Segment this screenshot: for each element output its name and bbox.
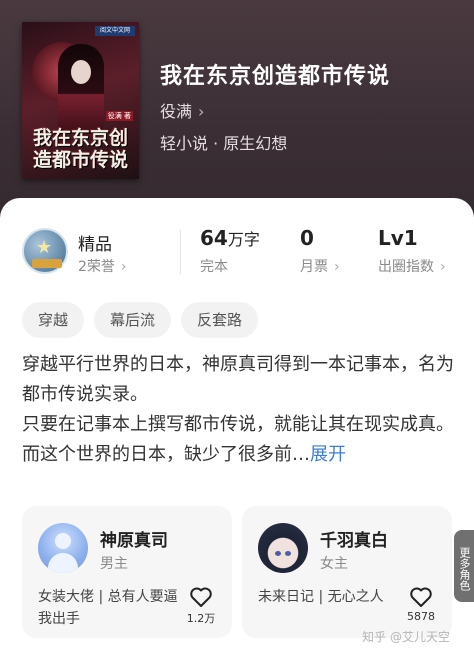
like-button[interactable]: 1.2万 <box>184 586 218 626</box>
star-icon: ★ <box>36 237 53 258</box>
like-count: 1.2万 <box>186 612 216 625</box>
stats-row: ★ 精品 2荣誉 › 64万字 完本 0 月票 › Lv1 出圈指数 › <box>0 198 474 288</box>
status-label: 完本 <box>200 259 228 275</box>
role-card[interactable]: 千羽真白 女主 未来日记 | 无心之人 5878 <box>242 506 452 638</box>
role-description: 女装大佬 | 总有人要逼我出手 <box>38 589 178 627</box>
cover-author: 役满 著 <box>105 111 133 121</box>
genre-label: 轻小说 · 原生幻想 <box>160 134 288 153</box>
book-detail-card: ★ 精品 2荣誉 › 64万字 完本 0 月票 › Lv1 出圈指数 › 穿越 幕后流… <box>0 198 474 656</box>
like-count: 5878 <box>407 610 435 623</box>
heart-icon <box>410 587 432 607</box>
tag-chip[interactable]: 反套路 <box>181 302 259 338</box>
like-button[interactable]: 5878 <box>404 586 438 623</box>
book-cover[interactable]: 阅文中文网 役满 著 我在东京创造都市传说 <box>22 22 139 179</box>
role-type: 男主 <box>100 556 128 572</box>
influence-label: 出圈指数 <box>378 259 434 275</box>
role-type: 女主 <box>320 556 348 572</box>
influence-value: Lv1 <box>378 226 418 250</box>
honors-link[interactable]: 2荣誉 › <box>78 256 127 276</box>
book-title: 我在东京创造都市传说 <box>160 63 391 89</box>
watermark: 知乎 @艾儿天空 <box>362 630 450 644</box>
chevron-right-icon: › <box>440 259 446 275</box>
description-line: 只要在记事本上撰写都市传说，就能让其在现实成真。而这个世界的日本，缺少了很多前…… <box>22 410 454 470</box>
monthly-tickets-label: 月票 <box>300 259 328 275</box>
role-description: 未来日记 | 无心之人 <box>258 589 384 605</box>
chevron-right-icon: › <box>334 259 340 275</box>
tag-chip[interactable]: 穿越 <box>22 302 85 338</box>
stats-divider <box>180 230 181 274</box>
word-count-unit: 万字 <box>227 230 260 249</box>
role-card[interactable]: 神原真司 男主 女装大佬 | 总有人要逼我出手 1.2万 <box>22 506 232 638</box>
anime-girl-avatar-icon <box>258 523 308 573</box>
description-text: 只要在记事本上撰写都市传说，就能让其在现实成真。而这个世界的日本，缺少了很多前… <box>22 414 454 465</box>
role-name: 千羽真白 <box>320 531 388 551</box>
chevron-right-icon: › <box>198 102 205 121</box>
book-description: 穿越平行世界的日本，神原真司得到一本记事本，名为都市传说实录。 只要在记事本上撰… <box>22 350 454 470</box>
more-roles-tab[interactable]: 更多角色 <box>454 530 474 602</box>
tag-chip[interactable]: 幕后流 <box>94 302 172 338</box>
book-header: 阅文中文网 役满 著 我在东京创造都市传说 我在东京创造都市传说 役满 › 轻小说… <box>0 0 474 215</box>
cover-brand: 阅文中文网 <box>95 26 135 36</box>
author-link[interactable]: 役满 › <box>160 98 204 122</box>
expand-link[interactable]: 展开 <box>310 444 346 465</box>
influence-link[interactable]: 出圈指数 › <box>378 256 446 276</box>
quality-badge-icon: ★ <box>22 228 68 274</box>
cover-figure <box>58 44 104 134</box>
monthly-tickets-value: 0 <box>300 226 314 250</box>
chevron-right-icon: › <box>120 259 127 275</box>
honors-count: 2荣誉 <box>78 259 115 275</box>
cover-title: 我在东京创造都市传说 <box>32 127 128 171</box>
monthly-tickets-link[interactable]: 月票 › <box>300 256 340 276</box>
author-name: 役满 <box>160 102 193 121</box>
default-avatar-icon <box>38 523 88 573</box>
cover-face <box>71 60 91 84</box>
word-count: 64万字 <box>200 226 260 250</box>
word-count-value: 64 <box>200 226 228 250</box>
heart-icon <box>190 587 212 607</box>
description-line: 穿越平行世界的日本，神原真司得到一本记事本，名为都市传说实录。 <box>22 354 454 405</box>
role-name: 神原真司 <box>100 531 168 551</box>
quality-label: 精品 <box>78 235 112 255</box>
tag-list: 穿越 幕后流 反套路 <box>22 302 259 338</box>
badge-ribbon <box>32 259 62 268</box>
